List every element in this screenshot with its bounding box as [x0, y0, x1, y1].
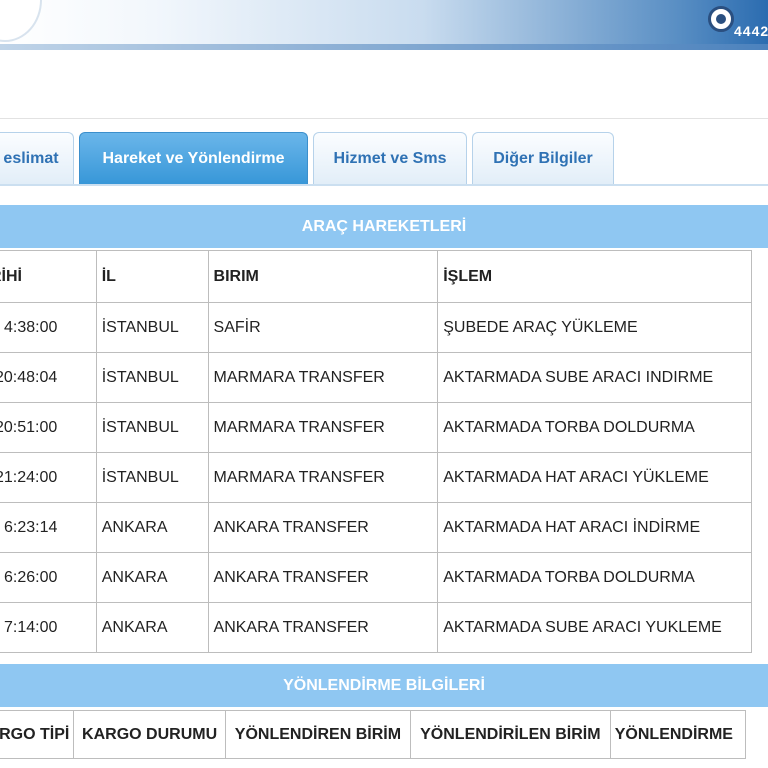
cell-birim: ANKARA TRANSFER — [207, 602, 439, 653]
tab-label: eslimat — [3, 149, 59, 167]
col-il: İL — [95, 250, 209, 303]
table-row: 20:48:04 İSTANBUL MARMARA TRANSFER AKTAR… — [0, 352, 752, 403]
cell-islem: ŞUBEDE ARAÇ YÜKLEME — [437, 302, 752, 353]
hotline[interactable]: 4442 — [706, 2, 768, 42]
table-row: 7:14:00 ANKARA ANKARA TRANSFER AKTARMADA… — [0, 602, 752, 653]
cell-islem: AKTARMADA SUBE ARACI YUKLEME — [437, 602, 752, 653]
cell-il: İSTANBUL — [95, 452, 209, 503]
col-yonlendiren-birim: YÖNLENDİREN BİRİM — [224, 710, 411, 759]
cell-time: 21:24:00 — [0, 452, 97, 503]
cell-time: 6:23:14 — [0, 502, 97, 553]
table-row: 6:26:00 ANKARA ANKARA TRANSFER AKTARMADA… — [0, 552, 752, 603]
hotline-number: 4442 — [734, 23, 768, 39]
col-yonlendirilen-birim: YÖNLENDİRİLEN BİRİM — [409, 710, 611, 759]
cell-time: 4:38:00 — [0, 302, 97, 353]
cell-islem: AKTARMADA TORBA DOLDURMA — [437, 552, 752, 603]
yonlendirme-bilgileri-header: YÖNLENDİRME BİLGİLERİ — [0, 664, 768, 707]
tab-teslimat[interactable]: eslimat — [0, 132, 74, 184]
table-row: 20:51:00 İSTANBUL MARMARA TRANSFER AKTAR… — [0, 402, 752, 453]
tab-label: Diğer Bilgiler — [493, 149, 593, 167]
cell-birim: ANKARA TRANSFER — [207, 502, 439, 553]
tab-hareket-ve-yonlendirme[interactable]: Hareket ve Yönlendirme — [79, 132, 308, 184]
cell-islem: AKTARMADA HAT ARACI YÜKLEME — [437, 452, 752, 503]
tab-diger-bilgiler[interactable]: Diğer Bilgiler — [472, 132, 614, 184]
table-row: 6:23:14 ANKARA ANKARA TRANSFER AKTARMADA… — [0, 502, 752, 553]
cell-islem: AKTARMADA SUBE ARACI INDIRME — [437, 352, 752, 403]
cell-birim: ANKARA TRANSFER — [207, 552, 439, 603]
table-header-row: RİHİ İL BIRIM İŞLEM — [0, 250, 752, 303]
cell-il: ANKARA — [95, 602, 209, 653]
table-row: 21:24:00 İSTANBUL MARMARA TRANSFER AKTAR… — [0, 452, 752, 503]
tab-baseline — [0, 184, 768, 186]
header-banner: 4442 — [0, 0, 768, 50]
cell-il: ANKARA — [95, 552, 209, 603]
divider — [0, 118, 768, 119]
yonlendirme-table: RGO TİPİ KARGO DURUMU YÖNLENDİREN BİRİM … — [0, 710, 747, 759]
cell-il: ANKARA — [95, 502, 209, 553]
col-kargo-durumu: KARGO DURUMU — [73, 710, 226, 759]
cell-islem: AKTARMADA TORBA DOLDURMA — [437, 402, 752, 453]
cell-birim: MARMARA TRANSFER — [207, 352, 439, 403]
tab-label: Hareket ve Yönlendirme — [102, 149, 285, 167]
cell-birim: MARMARA TRANSFER — [207, 452, 439, 503]
tab-bar: eslimat Hareket ve Yönlendirme Hizmet ve… — [0, 120, 768, 186]
cell-time: 7:14:00 — [0, 602, 97, 653]
cell-birim: SAFİR — [207, 302, 439, 353]
arac-hareketleri-table: RİHİ İL BIRIM İŞLEM 4:38:00 İSTANBUL SAF… — [0, 250, 752, 653]
col-yonlendirme: YÖNLENDİRME — [609, 710, 747, 759]
arac-hareketleri-header: ARAÇ HAREKETLERİ — [0, 205, 768, 248]
cell-il: İSTANBUL — [95, 352, 209, 403]
cell-time: 6:26:00 — [0, 552, 97, 603]
col-islem: İŞLEM — [437, 250, 752, 303]
cell-islem: AKTARMADA HAT ARACI İNDİRME — [437, 502, 752, 553]
table-header-row: RGO TİPİ KARGO DURUMU YÖNLENDİREN BİRİM … — [0, 710, 747, 759]
logo-curve — [0, 0, 40, 40]
cell-time: 20:48:04 — [0, 352, 97, 403]
tab-hizmet-ve-sms[interactable]: Hizmet ve Sms — [313, 132, 467, 184]
cell-il: İSTANBUL — [95, 302, 209, 353]
col-birim: BIRIM — [207, 250, 439, 303]
headset-icon — [708, 6, 734, 32]
cell-time: 20:51:00 — [0, 402, 97, 453]
col-kargo-tipi: RGO TİPİ — [0, 710, 75, 759]
cell-birim: MARMARA TRANSFER — [207, 402, 439, 453]
cell-il: İSTANBUL — [95, 402, 209, 453]
col-tarihi: RİHİ — [0, 250, 97, 303]
table-row: 4:38:00 İSTANBUL SAFİR ŞUBEDE ARAÇ YÜKLE… — [0, 302, 752, 353]
banner-stripe — [0, 44, 768, 50]
tab-label: Hizmet ve Sms — [333, 149, 447, 167]
